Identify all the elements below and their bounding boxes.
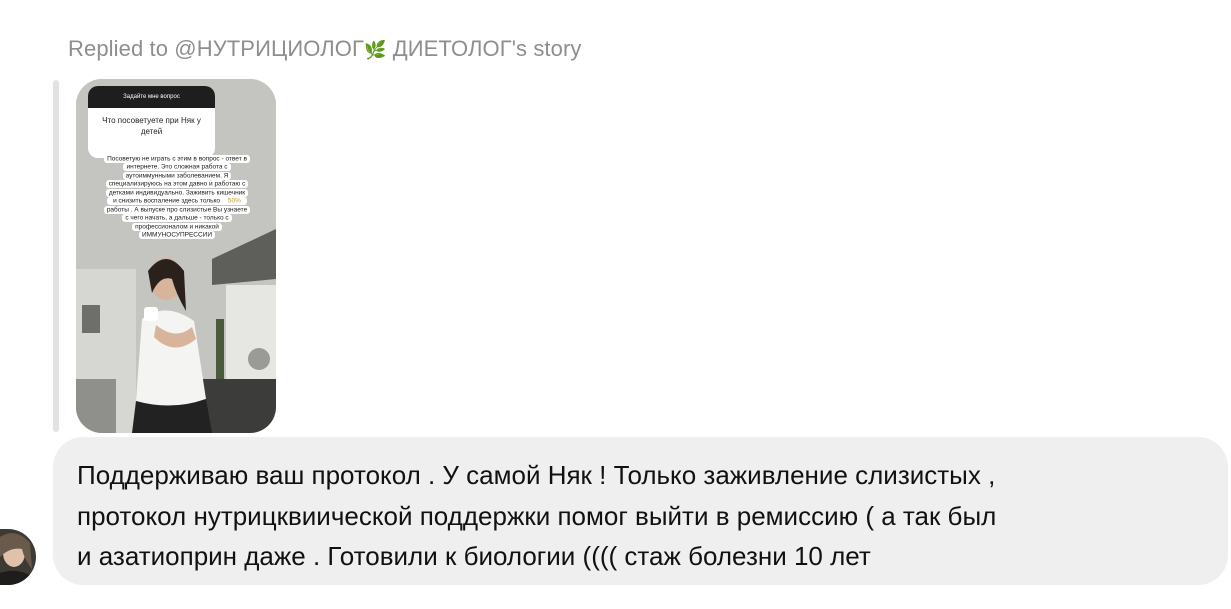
answer-line-text: и снизить воспаление здесь только <box>110 197 224 205</box>
question-sticker-title: Задайте мне вопрос <box>88 86 215 108</box>
answer-line: детками индивидуально. Заживить кишечник <box>105 188 249 197</box>
answer-line: аутоиммунными заболеванием. Я <box>122 171 232 180</box>
answer-line: и снизить воспаление здесь только 50% <box>107 197 247 205</box>
answer-line: Посоветую не играть с этим в вопрос - от… <box>104 154 250 163</box>
story-answer-text: Посоветую не играть с этим в вопрос - от… <box>84 154 270 240</box>
replied-to-story-label[interactable]: Replied to @НУТРИЦИОЛОГ🌿 ДИЕТОЛОГ's stor… <box>68 36 582 62</box>
message-line: Поддерживаю ваш протокол . У самой Няк !… <box>77 460 996 490</box>
reply-indicator-bar <box>53 80 59 432</box>
answer-line: интернете. Это сложная работа с <box>123 163 231 171</box>
leaf-icon: 🌿 <box>364 40 387 60</box>
message-line: протокол нутрицквиической поддержки помо… <box>77 500 997 531</box>
question-sticker-text: Что посоветуете при Няк у детей <box>102 116 201 136</box>
answer-highlight: 50% <box>224 197 244 205</box>
avatar-image <box>0 529 36 585</box>
replied-suffix: ДИЕТОЛОГ's story <box>386 36 582 61</box>
avatar-icon[interactable] <box>0 529 36 585</box>
message-line: и азатиоприн даже . Готовили к биологии … <box>77 541 871 571</box>
dm-thread: Replied to @НУТРИЦИОЛОГ🌿 ДИЕТОЛОГ's stor… <box>0 0 1231 609</box>
answer-line: ИММУНОСУПРЕССИИ <box>138 231 216 239</box>
answer-line: специализируюсь на этом давно и работаю … <box>105 180 249 188</box>
message-bubble[interactable]: Поддерживаю ваш протокол . У самой Няк !… <box>53 437 1228 585</box>
story-thumbnail[interactable]: Задайте мне вопрос Что посоветуете при Н… <box>76 79 276 433</box>
replied-prefix: Replied to @НУТРИЦИОЛОГ <box>68 36 365 61</box>
answer-line: профессионалом и никакой <box>132 222 222 231</box>
answer-line: с чего начать, а дальше - только с <box>122 214 232 222</box>
answer-line: работы . А выпуске про слизистые Вы узна… <box>103 205 251 214</box>
question-sticker: Задайте мне вопрос Что посоветуете при Н… <box>88 86 215 158</box>
